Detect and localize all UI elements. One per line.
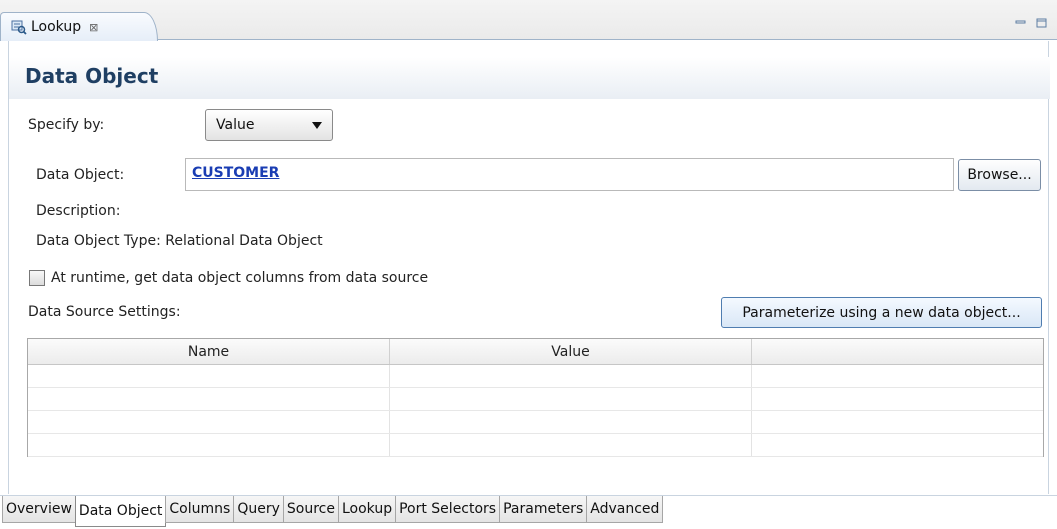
browse-button[interactable]: Browse... <box>958 159 1041 191</box>
tab-lookup-bottom[interactable]: Lookup <box>337 496 397 523</box>
tab-advanced[interactable]: Advanced <box>586 496 664 523</box>
table-cell[interactable] <box>752 365 1043 387</box>
tab-port-selectors[interactable]: Port Selectors <box>395 496 501 523</box>
runtime-columns-checkbox[interactable] <box>29 270 45 286</box>
lookup-transformation-icon <box>11 20 27 35</box>
tab-data-object[interactable]: Data Object <box>74 496 167 527</box>
column-header-name[interactable]: Name <box>28 339 390 364</box>
minimize-icon[interactable] <box>1015 18 1026 28</box>
editor-tab-strip: Lookup ⊠ <box>0 0 1057 41</box>
runtime-columns-label[interactable]: At runtime, get data object columns from… <box>51 270 428 286</box>
tab-parameters[interactable]: Parameters <box>499 496 588 523</box>
tab-overview[interactable]: Overview <box>2 496 76 523</box>
table-row[interactable] <box>28 411 1043 434</box>
data-source-settings-label: Data Source Settings: <box>28 304 181 320</box>
chevron-down-icon <box>312 122 322 129</box>
editor-bottom-tabs: Overview Data Object Columns Query Sourc… <box>0 495 1057 529</box>
specify-by-select[interactable]: Value <box>205 109 333 141</box>
data-source-settings-table: Name Value <box>27 338 1044 457</box>
table-row[interactable] <box>28 365 1043 388</box>
description-label: Description: <box>36 203 121 219</box>
section-header: Data Object <box>9 57 1050 99</box>
tab-query[interactable]: Query <box>233 496 284 523</box>
tab-columns[interactable]: Columns <box>165 496 235 523</box>
table-cell[interactable] <box>390 365 752 387</box>
table-cell[interactable] <box>28 411 390 433</box>
table-cell[interactable] <box>390 434 752 456</box>
tab-lookup[interactable]: Lookup ⊠ <box>0 12 158 41</box>
data-object-field[interactable]: CUSTOMER <box>185 158 954 191</box>
maximize-icon[interactable] <box>1036 18 1047 28</box>
table-cell[interactable] <box>752 411 1043 433</box>
data-object-label: Data Object: <box>36 167 125 183</box>
table-cell[interactable] <box>28 388 390 410</box>
table-cell[interactable] <box>390 411 752 433</box>
tab-source[interactable]: Source <box>282 496 339 523</box>
window-controls <box>1015 18 1047 28</box>
table-cell[interactable] <box>752 434 1043 456</box>
data-object-type-text: Data Object Type: Relational Data Object <box>36 233 323 249</box>
page-title: Data Object <box>25 64 159 88</box>
data-object-editor: Data Object Specify by: Value Data Objec… <box>8 41 1050 494</box>
specify-by-value: Value <box>216 117 255 133</box>
parameterize-button[interactable]: Parameterize using a new data object... <box>721 297 1042 328</box>
table-row[interactable] <box>28 434 1043 457</box>
column-header-value[interactable]: Value <box>390 339 752 364</box>
close-icon[interactable]: ⊠ <box>89 21 98 34</box>
table-cell[interactable] <box>28 365 390 387</box>
specify-by-label: Specify by: <box>28 117 105 133</box>
tab-lookup-label: Lookup <box>31 19 82 35</box>
table-cell[interactable] <box>390 388 752 410</box>
table-cell[interactable] <box>752 388 1043 410</box>
table-header: Name Value <box>28 339 1043 365</box>
data-object-link[interactable]: CUSTOMER <box>192 165 279 181</box>
table-cell[interactable] <box>28 434 390 456</box>
column-header-empty[interactable] <box>752 339 1043 364</box>
table-row[interactable] <box>28 388 1043 411</box>
